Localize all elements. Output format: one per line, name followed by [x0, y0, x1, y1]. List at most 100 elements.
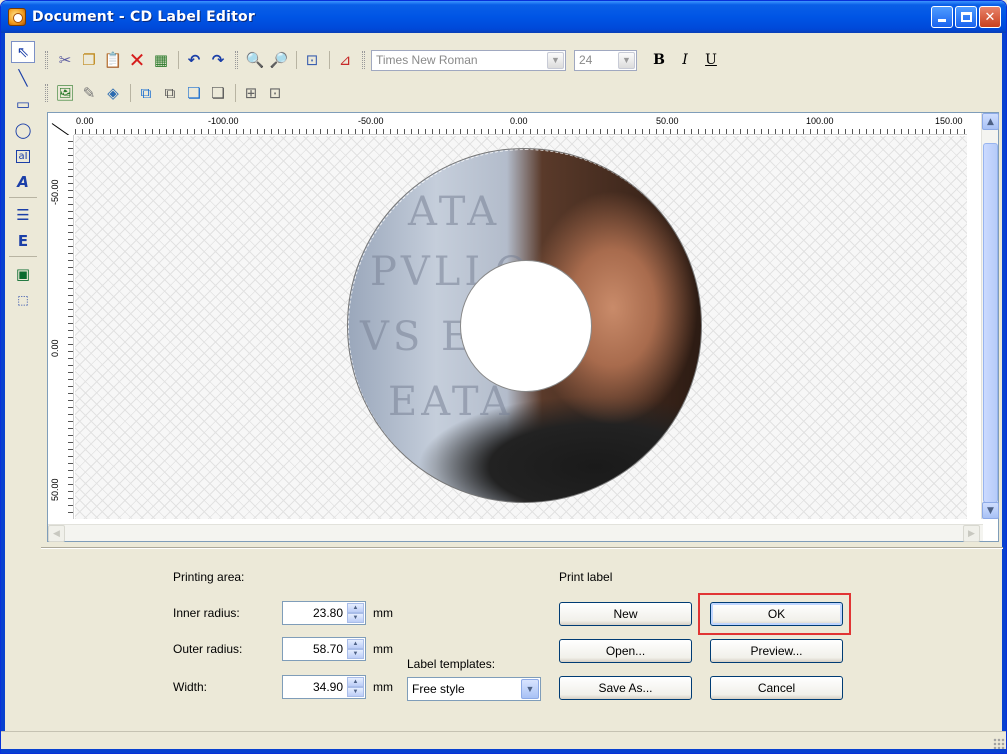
properties-button[interactable]: 🖼: [54, 82, 76, 104]
bring-forward-button[interactable]: ❏: [183, 82, 205, 104]
drawing-area[interactable]: ATA PVLLO VS E EATA: [75, 136, 967, 519]
ruler-tick-label: 150.00: [935, 116, 963, 126]
printing-area-heading: Printing area:: [173, 570, 245, 584]
inner-radius-unit: mm: [373, 606, 393, 620]
bring-to-front-button[interactable]: ⧉: [135, 82, 157, 104]
outer-radius-down-button[interactable]: ▼: [347, 649, 364, 659]
zoom-selection-icon: ⊿: [338, 51, 352, 69]
width-up-button[interactable]: ▲: [347, 677, 364, 687]
open-button[interactable]: Open...: [559, 639, 692, 663]
width-down-button[interactable]: ▼: [347, 687, 364, 697]
preview-button[interactable]: Preview...: [710, 639, 843, 663]
list-icon: ☰: [16, 206, 30, 224]
redo-button[interactable]: ↷: [207, 49, 229, 71]
vertical-scroll-thumb[interactable]: [983, 143, 998, 503]
chevron-down-icon[interactable]: ▼: [618, 51, 635, 69]
delete-button[interactable]: ✕: [126, 48, 148, 72]
vertical-scrollbar[interactable]: ▲ ▼: [981, 113, 999, 519]
chevron-up-icon: ▲: [352, 605, 359, 611]
scroll-right-button[interactable]: ▶: [963, 525, 980, 542]
minimize-button[interactable]: [931, 6, 953, 28]
zoom-selection-button[interactable]: ⊿: [334, 49, 356, 71]
scroll-left-button[interactable]: ◀: [48, 525, 65, 542]
group-button[interactable]: ⊞: [240, 82, 262, 104]
chevron-right-icon: ▶: [968, 528, 975, 539]
chevron-left-icon: ◀: [53, 528, 60, 539]
maximize-icon: [960, 12, 972, 22]
cancel-button[interactable]: Cancel: [710, 676, 843, 700]
chevron-down-icon: ▼: [352, 689, 359, 695]
zoom-out-button[interactable]: 🔎: [268, 49, 290, 71]
horizontal-scrollbar[interactable]: ◀ ▶: [48, 524, 983, 542]
new-button[interactable]: New: [559, 602, 692, 626]
undo-button[interactable]: ↶: [183, 49, 205, 71]
toolbar-grip[interactable]: [362, 51, 365, 69]
toolbar-grip[interactable]: [45, 51, 48, 69]
send-backward-button[interactable]: ❏: [207, 82, 229, 104]
ruler-tick-label: 50.00: [50, 478, 60, 501]
toolbar-separator: [235, 84, 236, 102]
zoom-fit-icon: ⊡: [305, 51, 319, 69]
line-tool[interactable]: ╲: [11, 67, 35, 89]
scroll-down-button[interactable]: ▼: [982, 502, 999, 519]
tree-icon: E: [17, 232, 29, 250]
font-size-select[interactable]: 24 ▼: [574, 49, 637, 71]
text-box-tool[interactable]: aI: [11, 145, 35, 167]
inner-radius-up-button[interactable]: ▲: [347, 603, 364, 613]
toolbar-grip[interactable]: [45, 84, 48, 102]
paste-button[interactable]: 📋: [102, 49, 124, 71]
zoom-in-icon: 🔍: [245, 51, 265, 69]
inner-radius-down-button[interactable]: ▼: [347, 613, 364, 623]
image-tool[interactable]: ▣: [11, 263, 35, 285]
fill-button[interactable]: ◈: [102, 82, 124, 104]
ruler-tick-label: -100.00: [208, 116, 239, 126]
fill-bucket-icon: ◈: [107, 84, 119, 102]
toolbar-grip[interactable]: [235, 51, 238, 69]
close-button[interactable]: ✕: [979, 6, 1001, 28]
curved-text-icon: A: [17, 173, 29, 191]
frame-tool[interactable]: ⬚: [11, 289, 35, 311]
line-icon: ╲: [18, 69, 28, 87]
bring-forward-icon: ❏: [187, 84, 201, 102]
ellipse-tool[interactable]: ◯: [11, 119, 35, 141]
zoom-in-button[interactable]: 🔍: [244, 49, 266, 71]
cd-label-disc[interactable]: ATA PVLLO VS E EATA: [347, 148, 702, 503]
outer-radius-up-button[interactable]: ▲: [347, 639, 364, 649]
select-all-button[interactable]: ▦: [150, 49, 172, 71]
chevron-down-icon[interactable]: ▼: [547, 51, 564, 69]
frame-icon: ⬚: [17, 293, 29, 307]
select-tool[interactable]: ⇖: [11, 41, 35, 63]
toolbar-separator: [130, 84, 131, 102]
maximize-button[interactable]: [955, 6, 977, 28]
tree-list-tool[interactable]: E: [11, 230, 35, 252]
ungroup-button[interactable]: ⊡: [264, 82, 286, 104]
copy-button[interactable]: ❐: [78, 49, 100, 71]
track-list-tool[interactable]: ☰: [11, 204, 35, 226]
italic-button[interactable]: I: [673, 49, 697, 71]
save-as-button[interactable]: Save As...: [559, 676, 692, 700]
inner-radius-input[interactable]: 23.80 ▲ ▼: [282, 601, 366, 625]
send-to-back-icon: ⧉: [164, 84, 176, 102]
bold-button[interactable]: B: [647, 49, 671, 71]
main-toolbar: ✂ ❐ 📋 ✕ ▦ ↶ ↷ 🔍 🔎 ⊡ ⊿ Times New Roman ▼ …: [41, 47, 725, 73]
pen-button[interactable]: ✎: [78, 82, 100, 104]
drawing-toolbox: ⇖ ╲ ▭ ◯ aI A ☰ E ▣ ⬚: [5, 41, 41, 551]
disc-center-hole: [460, 260, 592, 392]
label-templates-select[interactable]: Free style ▼: [407, 677, 541, 701]
scroll-up-button[interactable]: ▲: [982, 113, 999, 130]
print-label-heading: Print label: [559, 570, 613, 584]
ruler-tick-label: 50.00: [656, 116, 679, 126]
chevron-down-icon[interactable]: ▼: [521, 679, 539, 699]
title-bar[interactable]: Document - CD Label Editor ✕: [1, 1, 1006, 33]
font-name-select[interactable]: Times New Roman ▼: [371, 49, 566, 71]
width-input[interactable]: 34.90 ▲ ▼: [282, 675, 366, 699]
outer-radius-input[interactable]: 58.70 ▲ ▼: [282, 637, 366, 661]
curved-text-tool[interactable]: A: [11, 171, 35, 193]
underline-button[interactable]: U: [699, 49, 723, 71]
rectangle-tool[interactable]: ▭: [11, 93, 35, 115]
outer-radius-label: Outer radius:: [173, 642, 243, 656]
cut-button[interactable]: ✂: [54, 49, 76, 71]
send-to-back-button[interactable]: ⧉: [159, 82, 181, 104]
zoom-fit-button[interactable]: ⊡: [301, 49, 323, 71]
toolbox-separator: [9, 256, 37, 257]
